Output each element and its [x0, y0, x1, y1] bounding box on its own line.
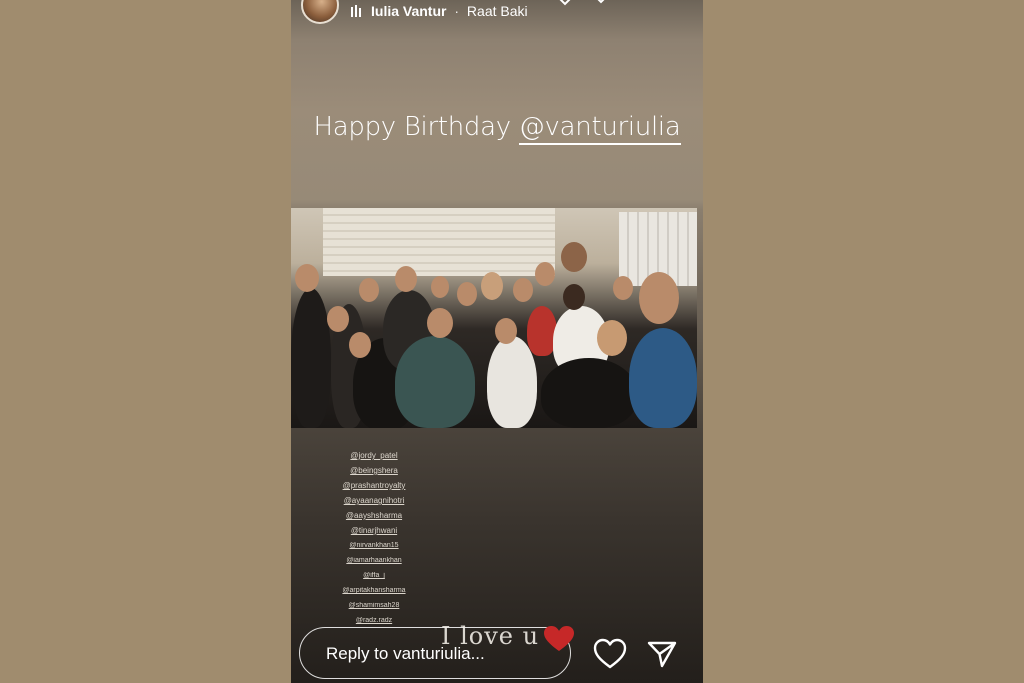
mention-tag[interactable]: @iamarhaankhan: [297, 553, 451, 568]
person-head: [395, 266, 417, 292]
mention-tag[interactable]: @arpitakhansharma: [297, 583, 451, 598]
person-head: [349, 332, 371, 358]
story-header-text: Iulia Vantur · Raat Baki: [371, 3, 528, 19]
tag-list: @jordy_patel @beingshera @prashantroyalt…: [297, 448, 451, 628]
mention-tag[interactable]: @radz.radz: [297, 613, 451, 628]
caption-mention[interactable]: @vanturiulia: [518, 112, 681, 145]
window-blind: [323, 208, 555, 276]
person-head: [481, 272, 503, 300]
song-title[interactable]: Raat Baki: [467, 3, 528, 19]
mention-tag[interactable]: @iffa_j: [297, 568, 451, 583]
mention-tag[interactable]: @prashantroyalty: [297, 478, 451, 493]
story-caption: Happy Birthday @vanturiulia: [291, 112, 703, 145]
story-viewer: Iulia Vantur · Raat Baki Happy Birthday …: [291, 0, 703, 683]
person-head: [535, 262, 555, 286]
person-head: [613, 276, 633, 300]
person-head: [431, 276, 449, 298]
header-separator: ·: [454, 3, 460, 19]
person-head: [457, 282, 477, 306]
sticker-text: I love u: [441, 622, 540, 650]
mention-tag[interactable]: @jordy_patel: [297, 448, 451, 463]
person-head: [359, 278, 379, 302]
music-bars-icon: [351, 5, 365, 17]
red-heart-sticker-icon: [544, 626, 574, 651]
person-head: [563, 284, 585, 310]
caption-text: Happy Birthday: [313, 112, 511, 142]
mention-tag[interactable]: @ayaanagnihotri: [297, 493, 451, 508]
person-head: [639, 272, 679, 324]
person-head: [495, 318, 517, 344]
heart-icon[interactable]: [593, 638, 627, 670]
person-head: [561, 242, 587, 272]
person-figure: [395, 336, 475, 428]
mention-tag[interactable]: @shamimsah28: [297, 598, 451, 613]
header-controls-icon[interactable]: [555, 0, 615, 8]
avatar[interactable]: [301, 0, 339, 24]
mention-tag[interactable]: @aayshsharma: [297, 508, 451, 523]
group-photo: [291, 208, 697, 428]
mention-tag[interactable]: @beingshera: [297, 463, 451, 478]
person-head: [597, 320, 627, 356]
send-icon[interactable]: [647, 640, 677, 668]
person-head: [427, 308, 453, 338]
person-head: [513, 278, 533, 302]
person-head: [327, 306, 349, 332]
mention-tag[interactable]: @nirvankhan15: [297, 538, 451, 553]
story-header: Iulia Vantur · Raat Baki: [291, 0, 703, 26]
mention-tag[interactable]: @tinarjhwani: [297, 523, 451, 538]
person-figure: [629, 328, 697, 428]
person-figure: [291, 288, 331, 428]
person-head: [295, 264, 319, 292]
story-username[interactable]: Iulia Vantur: [371, 3, 446, 19]
person-figure: [541, 358, 637, 428]
